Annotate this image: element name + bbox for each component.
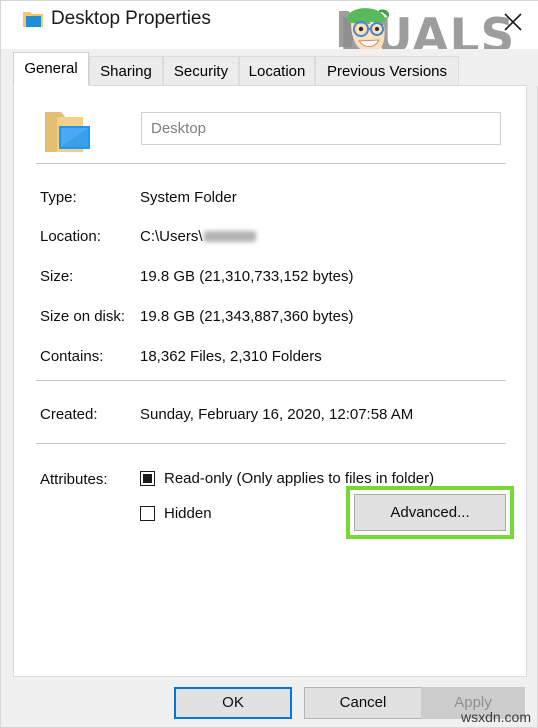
- properties-dialog: Desktop Properties PUALS General Sharing…: [0, 0, 538, 728]
- readonly-checkbox[interactable]: [140, 471, 155, 486]
- property-value: System Folder: [140, 189, 237, 206]
- title-bar: Desktop Properties PUALS: [1, 1, 538, 65]
- folder-desktop-icon: [23, 10, 43, 28]
- desktop-folder-icon: [39, 106, 99, 158]
- separator-bottom: [36, 443, 506, 444]
- property-label: Type:: [40, 189, 77, 206]
- tab-general[interactable]: General: [13, 52, 89, 86]
- hidden-checkbox[interactable]: [140, 506, 155, 521]
- property-row-created: Created: Sunday, February 16, 2020, 12:0…: [14, 406, 528, 428]
- tab-previous-versions[interactable]: Previous Versions: [315, 56, 459, 86]
- property-row-contains: Contains: 18,362 Files, 2,310 Folders: [14, 348, 528, 370]
- cancel-button[interactable]: Cancel: [304, 687, 422, 719]
- property-value: 19.8 GB (21,343,887,360 bytes): [140, 308, 354, 325]
- tab-location[interactable]: Location: [239, 56, 315, 86]
- advanced-button[interactable]: Advanced...: [354, 494, 506, 531]
- hidden-label: Hidden: [164, 505, 212, 522]
- property-row-size-on-disk: Size on disk: 19.8 GB (21,343,887,360 by…: [14, 308, 528, 330]
- property-row-location: Location: C:\Users\: [14, 228, 528, 250]
- property-label: Contains:: [40, 348, 104, 365]
- property-value: Sunday, February 16, 2020, 12:07:58 AM: [140, 406, 414, 423]
- property-value: 19.8 GB (21,310,733,152 bytes): [140, 268, 354, 285]
- property-value: 18,362 Files, 2,310 Folders: [140, 348, 322, 365]
- window-title: Desktop Properties: [51, 8, 211, 29]
- property-row-size: Size: 19.8 GB (21,310,733,152 bytes): [14, 268, 528, 290]
- attributes-label: Attributes:: [40, 471, 108, 488]
- readonly-label: Read-only (Only applies to files in fold…: [164, 470, 435, 487]
- general-tab-panel: Desktop Type: System Folder Location: C:…: [13, 85, 527, 677]
- separator-middle: [36, 380, 506, 381]
- property-label: Location:: [40, 228, 101, 245]
- property-row-type: Type: System Folder: [14, 189, 528, 211]
- site-watermark: wsxdn.com: [460, 709, 531, 725]
- property-label: Size:: [40, 268, 74, 285]
- property-label: Size on disk:: [40, 308, 126, 325]
- tab-sharing[interactable]: Sharing: [89, 56, 163, 86]
- property-value: C:\Users\: [140, 228, 256, 245]
- close-button[interactable]: [495, 5, 531, 37]
- folder-name-input[interactable]: Desktop: [141, 112, 501, 145]
- tab-security[interactable]: Security: [163, 56, 239, 86]
- tab-strip: General Sharing Security Location Previo…: [1, 49, 538, 86]
- property-label: Created:: [40, 406, 98, 423]
- redacted-username: [203, 230, 256, 242]
- separator-top: [36, 163, 506, 164]
- ok-button[interactable]: OK: [174, 687, 292, 719]
